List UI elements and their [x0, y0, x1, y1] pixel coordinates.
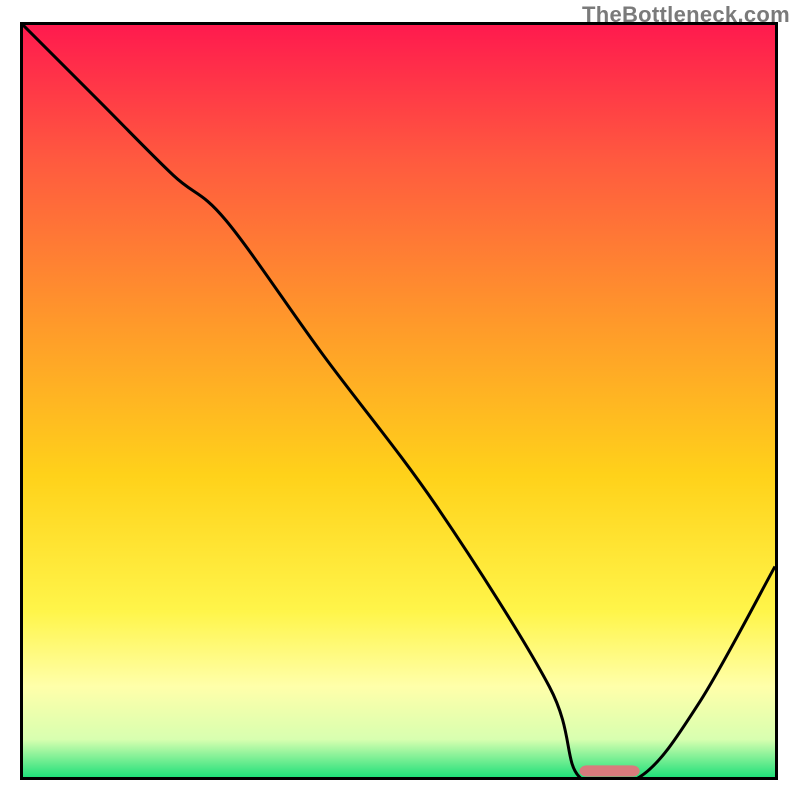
plot-svg — [23, 25, 775, 777]
optimum-marker — [579, 765, 639, 776]
plot-area — [20, 22, 778, 780]
chart-stage: TheBottleneck.com — [0, 0, 800, 800]
